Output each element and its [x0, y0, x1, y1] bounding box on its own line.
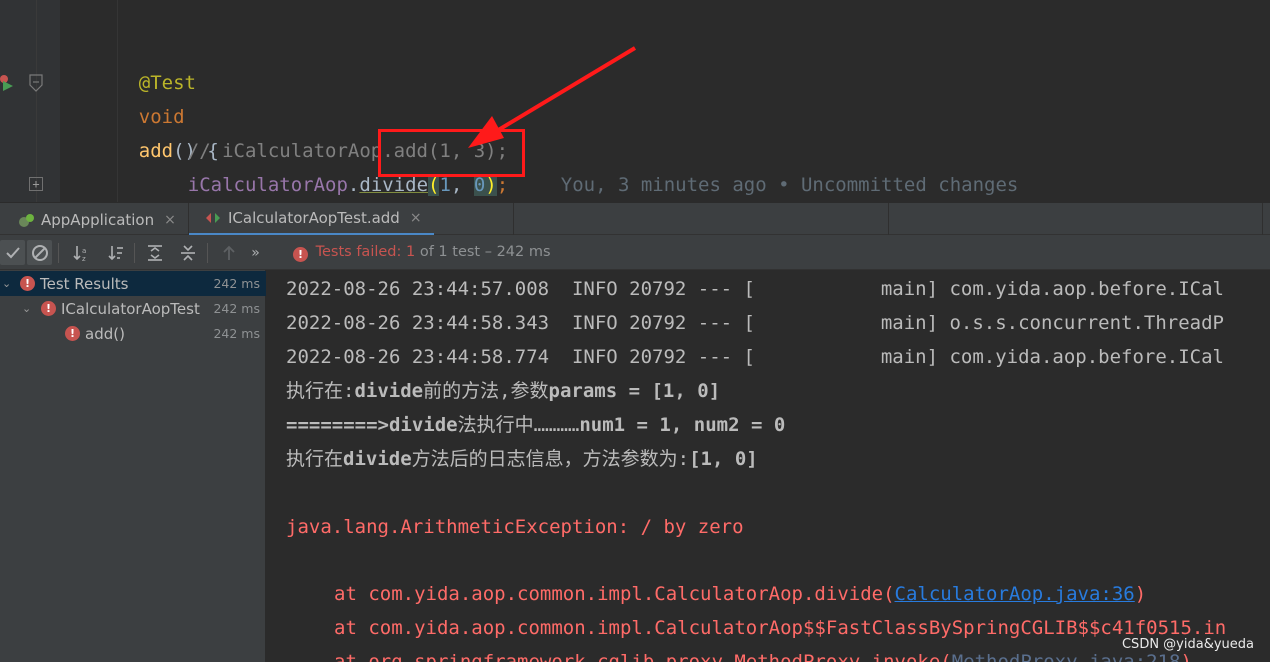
semicolon: ; — [496, 174, 509, 196]
blame-text: You, 3 minutes ago • Uncommitted changes — [560, 174, 1019, 196]
arg-2: 0 — [473, 174, 486, 196]
log-line: 2022-08-26 23:44:57.008 INFO 20792 --- [… — [286, 278, 1224, 300]
status-suffix: of 1 test – 242 ms — [419, 244, 551, 260]
ignored-icon — [31, 244, 48, 261]
close-paren: ) — [485, 174, 497, 196]
stack-frame: at com.yida.aop.common.impl.CalculatorAo… — [334, 617, 1227, 639]
error-icon: ! — [293, 247, 308, 262]
tree-row-test-method[interactable]: ! add() 242 ms — [0, 321, 266, 346]
log-line: 2022-08-26 23:44:58.774 INFO 20792 --- [… — [286, 346, 1224, 368]
code-line-annotation: @Test — [93, 32, 196, 94]
chevron-down-icon: ⌄ — [2, 277, 12, 290]
tree-time: 242 ms — [213, 301, 260, 316]
tab-app-application[interactable]: AppApplication × — [16, 203, 176, 236]
arrow-up-icon — [222, 245, 235, 260]
error-icon: ! — [65, 326, 80, 341]
spring-boot-icon — [19, 213, 34, 227]
output-line-before: 执行在:divide前的方法,参数params = [1, 0] — [286, 380, 721, 402]
expand-all-icon — [147, 244, 162, 261]
editor-gutter — [0, 0, 60, 202]
run-test-icon[interactable] — [0, 73, 14, 93]
call-method: divide — [359, 174, 429, 196]
output-line-running: ========>divide法执行中…………num1 = 1, num2 = … — [286, 414, 786, 436]
stack-frame: at com.yida.aop.common.impl.CalculatorAo… — [334, 583, 1147, 605]
source-link[interactable]: MethodProxy.java:218 — [952, 651, 1181, 662]
expand-all-button[interactable] — [142, 240, 167, 265]
stack-frame: at org.springframework.cglib.proxy.Metho… — [334, 645, 1192, 662]
status-prefix: Tests failed: — [315, 244, 402, 260]
fold-icon[interactable] — [29, 74, 43, 92]
test-results-tree: ⌄ ! Test Results 242 ms ⌄ ! ICalculatorA… — [0, 270, 266, 662]
show-ignored-button[interactable] — [27, 240, 52, 265]
tab-label: ICalculatorAopTest.add — [228, 209, 400, 227]
svg-text:a: a — [82, 247, 86, 255]
gutter-divider — [36, 0, 37, 202]
tree-label: add() — [85, 324, 125, 343]
collapse-all-button[interactable] — [175, 240, 200, 265]
chevron-down-icon: ⌄ — [22, 302, 32, 315]
unfold-icon[interactable]: + — [29, 177, 43, 191]
tree-row-test-class[interactable]: ⌄ ! ICalculatorAopTest 242 ms — [0, 296, 266, 321]
check-icon — [5, 246, 20, 258]
arg-1: 1 — [439, 174, 451, 196]
collapse-all-icon — [180, 244, 195, 261]
dot: . — [347, 174, 360, 196]
source-link[interactable]: CalculatorAop.java:36 — [895, 583, 1135, 605]
chevron-double-right-icon: » — [251, 244, 260, 261]
tree-row-test-results[interactable]: ⌄ ! Test Results 242 ms — [0, 271, 266, 296]
test-toolbar: az » ! Tests failed: 1 of 1 test – 242 m… — [0, 235, 1270, 270]
close-icon[interactable]: × — [410, 210, 422, 226]
more-actions-button[interactable]: » — [243, 240, 268, 265]
tree-time: 242 ms — [213, 276, 260, 291]
arg-comma: , — [450, 174, 474, 196]
annotation-arrow — [468, 46, 637, 148]
watermark: CSDN @yida&yueda — [1121, 637, 1254, 652]
error-icon: ! — [20, 276, 35, 291]
sort-duration-button[interactable] — [103, 240, 128, 265]
test-status-icon — [206, 213, 220, 223]
open-paren: ( — [428, 174, 440, 196]
show-passed-button[interactable] — [0, 240, 25, 265]
code-line-method: void add() { — [93, 66, 219, 162]
svg-text:z: z — [82, 255, 86, 262]
previous-failed-button[interactable] — [216, 240, 241, 265]
sort-alpha-icon: az — [72, 245, 86, 262]
tab-test-run[interactable]: ICalculatorAopTest.add × — [189, 203, 434, 236]
test-status: ! Tests failed: 1 of 1 test – 242 ms — [293, 235, 551, 270]
tree-label: ICalculatorAopTest — [61, 299, 200, 318]
code-line-folded: //... — [142, 168, 249, 202]
exception-line: java.lang.ArithmeticException: / by zero — [286, 516, 744, 538]
tab-label: AppApplication — [41, 210, 155, 229]
output-line-after: 执行在divide方法后的日志信息，方法参数为:[1, 0] — [286, 448, 758, 470]
run-tab-bar: AppApplication × ICalculatorAopTest.add … — [0, 202, 1270, 236]
console-output[interactable]: 2022-08-26 23:44:57.008 INFO 20792 --- [… — [266, 270, 1270, 662]
tree-time: 242 ms — [213, 326, 260, 341]
error-icon: ! — [41, 301, 56, 316]
sort-duration-icon — [107, 245, 123, 260]
tree-label: Test Results — [40, 274, 129, 293]
sort-alpha-button[interactable]: az — [68, 240, 93, 265]
close-icon[interactable]: × — [164, 212, 176, 228]
status-failed-count: 1 — [406, 244, 416, 260]
log-line: 2022-08-26 23:44:58.343 INFO 20792 --- [… — [286, 312, 1224, 334]
